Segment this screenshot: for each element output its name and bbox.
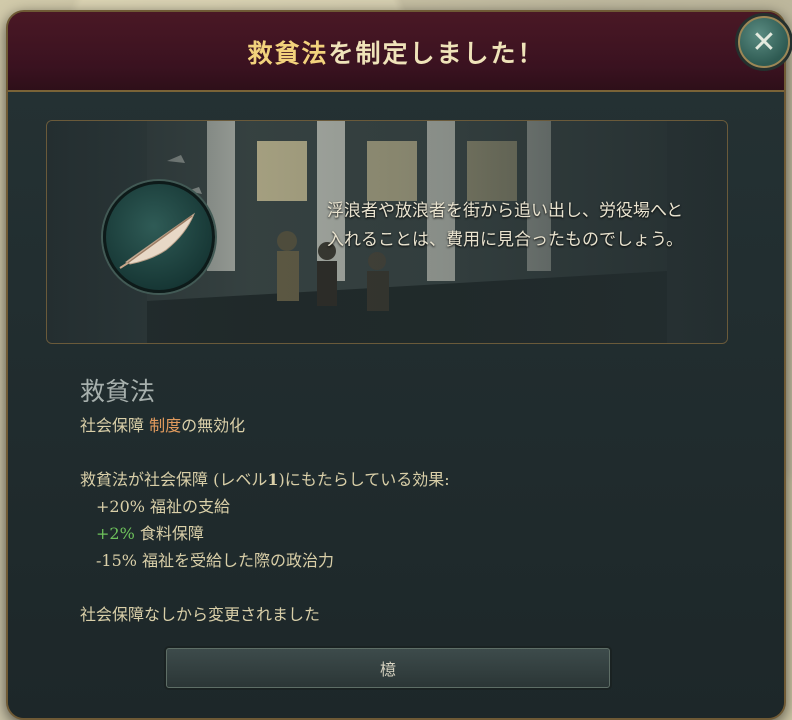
effect-row: -15% 福祉を受給した際の政治力 [96,547,334,571]
law-group-highlight[interactable]: 制度 [149,416,181,435]
confirm-button-label: 檍 [379,660,396,679]
feather-quill-icon [119,212,196,269]
effect-label: 食料保障 [134,524,204,543]
dialog-header: 救貧法を制定しました！ [8,12,784,92]
confirm-button[interactable]: 檍 [166,648,610,688]
effect-value: +2% [96,524,135,543]
law-name: 救貧法 [80,377,156,406]
effect-header: 救貧法が社会保障 (レベル1)にもたらしている効果: [80,466,450,490]
effect-value: +20% [96,497,145,516]
law-medallion [103,181,215,293]
effect-row: +2% 食料保障 [96,520,204,544]
close-button[interactable]: ✕ [738,16,790,68]
title-law-name: 救貧法 [247,39,329,68]
event-flavor-text: 浮浪者や放浪者を街から追い出し、労役場へと入れることは、費用に見合ったものでしょ… [327,201,684,250]
effect-value: -15% [96,551,137,570]
effect-header-tail: )にもたらしている効果: [278,470,450,489]
effect-row: +20% 福祉の支給 [96,493,230,517]
change-note: 社会保障なしから変更されました [80,605,321,624]
dialog-title: 救貧法を制定しました！ [8,34,784,70]
law-group-prefix: 社会保障 [80,416,150,435]
effect-label: 福祉の支給 [144,497,231,516]
effect-header-text: 救貧法が社会保障 (レベル [80,470,268,489]
effect-level: 1 [267,470,279,489]
title-text: を制定しました！ [328,39,545,68]
law-group-suffix: の無効化 [181,416,246,435]
law-group-line: 社会保障 制度の無効化 [80,412,245,436]
effect-label: 福祉を受給した際の政治力 [136,551,335,570]
event-illustration: 浮浪者や放浪者を街から追い出し、労役場へと入れることは、費用に見合ったものでしょ… [46,120,728,344]
close-icon: ✕ [751,24,777,60]
